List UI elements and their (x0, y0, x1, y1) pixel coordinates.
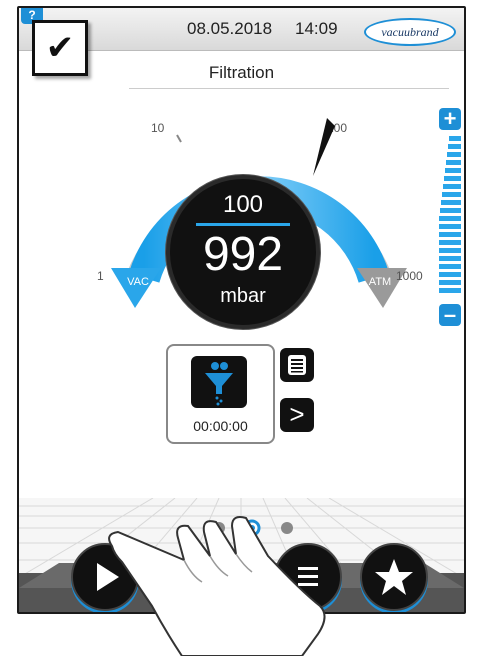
brand-logo: vacuubrand (364, 18, 456, 46)
time-display: 14:09 (295, 19, 338, 38)
increase-button[interactable]: + (439, 108, 461, 130)
chevron-right-icon: > (289, 399, 305, 429)
list-icon (288, 355, 306, 375)
pressure-readout[interactable]: 100 992 mbar (166, 175, 320, 329)
setpoint-needle[interactable] (313, 118, 335, 176)
hand-pointer-icon (108, 516, 326, 656)
confirm-button[interactable]: ✔ (32, 20, 88, 76)
pressure-value: 992 (202, 228, 284, 281)
decrease-button[interactable]: – (439, 304, 461, 326)
tick-label-10: 10 (151, 121, 165, 135)
star-icon (375, 559, 413, 595)
vac-label: VAC (127, 276, 149, 288)
level-slider[interactable] (439, 136, 461, 296)
date-display: 08.05.2018 (187, 19, 273, 38)
tick-label-1000: 1000 (396, 269, 423, 283)
vac-marker (111, 268, 161, 308)
next-button[interactable]: > (280, 398, 314, 432)
process-panel: 00:00:00 (166, 344, 275, 444)
setpoint-value: 100 (222, 191, 264, 218)
setpoint-divider (196, 223, 290, 226)
checkmark-icon: ✔ (45, 29, 75, 67)
favorites-button[interactable] (360, 543, 428, 611)
title-divider (129, 88, 449, 89)
pressure-unit: mbar (220, 285, 266, 307)
tick-label-1: 1 (97, 269, 104, 283)
filtration-mode-button[interactable] (191, 356, 247, 408)
log-button[interactable] (280, 348, 314, 382)
process-timer: 00:00:00 (193, 418, 248, 434)
funnel-icon (205, 362, 233, 406)
atm-label: ATM (369, 276, 391, 288)
